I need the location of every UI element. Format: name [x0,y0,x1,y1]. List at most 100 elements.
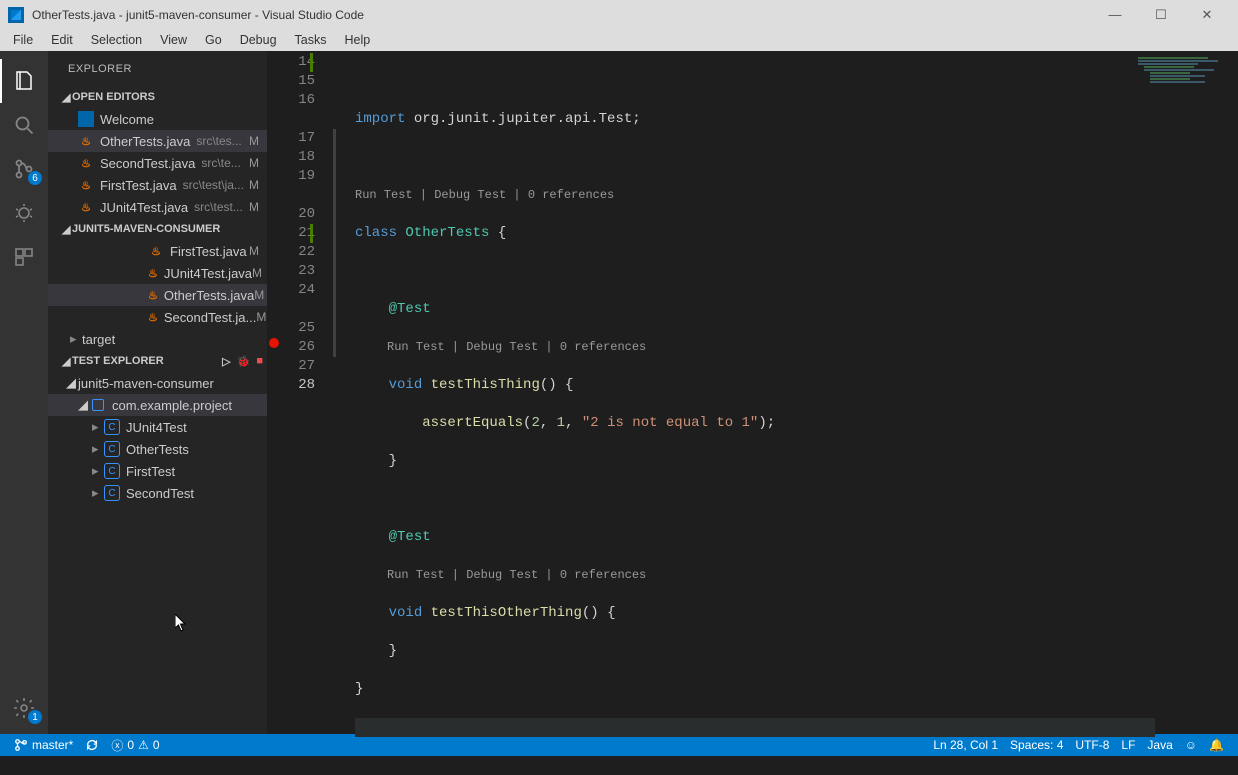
close-window-button[interactable]: ✕ [1184,7,1230,23]
maximize-button[interactable]: ☐ [1138,7,1184,23]
menu-view[interactable]: View [151,31,196,49]
menu-bar: File Edit Selection View Go Debug Tasks … [0,29,1238,51]
menu-selection[interactable]: Selection [82,31,151,49]
code-content[interactable]: import org.junit.jupiter.api.Test; Run T… [345,51,1155,775]
menu-tasks[interactable]: Tasks [286,31,336,49]
open-editors-label: OPEN EDITORS [72,91,155,103]
test-class-othertests[interactable]: ▸COtherTests [48,438,267,460]
minimap[interactable] [1138,51,1238,775]
open-editor-junit4test[interactable]: ♨ JUnit4Test.java src\test... M [48,196,267,218]
file-junit4test[interactable]: ♨JUnit4Test.javaM [48,262,267,284]
java-icon: ♨ [148,287,158,303]
title-bar: OtherTests.java - junit5-maven-consumer … [0,0,1238,29]
folder-label: target [82,332,115,347]
test-class-firsttest[interactable]: ▸CFirstTest [48,460,267,482]
file-label: SecondTest.ja... [164,310,257,325]
file-secondtest[interactable]: ♨SecondTest.ja...M [48,306,267,328]
test-class-icon: C [104,463,120,479]
minimize-button[interactable]: — [1092,7,1138,22]
run-all-tests-icon[interactable]: ▷ [222,355,230,368]
package-icon [90,397,106,413]
editor-area: Welcome ♨OtherTests.java× ♨SecondTest.ja… [267,51,1238,734]
line-gutter: 14 15 16 17 18 19 20 21 22 23 24 25 26 2… [281,51,333,775]
test-class-junit4test[interactable]: ▸CJUnit4Test [48,416,267,438]
scm-badge: 6 [28,171,42,185]
menu-go[interactable]: Go [196,31,231,49]
activity-bar: 6 1 [0,51,48,734]
status-branch[interactable]: master* [8,738,79,752]
java-icon: ♨ [148,243,164,259]
activity-explorer[interactable] [0,59,48,103]
status-sync[interactable] [79,738,105,752]
modified-indicator: M [249,244,267,258]
open-editor-secondtest[interactable]: ♨SecondTest.javasrc\te...M [48,152,267,174]
test-class-icon: C [104,485,120,501]
modified-indicator: M [249,178,267,192]
test-package[interactable]: ◢com.example.project [48,394,267,416]
branch-label: master* [32,738,73,752]
file-label: FirstTest.java [170,244,247,259]
file-label: OtherTests.java [164,288,254,303]
java-icon: ♨ [78,177,94,193]
error-count: 0 [127,738,134,752]
warning-icon: ⚠ [138,738,149,752]
test-class-label: JUnit4Test [126,420,187,435]
error-icon: ⓧ [111,737,123,754]
test-class-label: OtherTests [126,442,189,457]
menu-help[interactable]: Help [336,31,380,49]
search-icon [12,113,36,137]
debug-all-tests-icon[interactable]: 🐞 [237,355,251,368]
breakpoint-icon[interactable] [269,338,279,348]
activity-scm[interactable]: 6 [0,147,48,191]
codelens[interactable]: Run Test | Debug Test | 0 references [355,338,1155,357]
vscode-icon [8,7,24,23]
activity-search[interactable] [0,103,48,147]
activity-settings[interactable]: 1 [0,686,48,730]
indent-guide [333,129,336,357]
folder-target[interactable]: ▸target [48,328,267,350]
open-editor-label: OtherTests.java [100,134,190,149]
open-editor-label: Welcome [100,112,154,127]
test-class-secondtest[interactable]: ▸CSecondTest [48,482,267,504]
file-firsttest[interactable]: ♨ FirstTest.javaM [48,240,267,262]
open-editor-firsttest[interactable]: ♨FirstTest.javasrc\test\ja...M [48,174,267,196]
test-package-label: com.example.project [112,398,232,413]
activity-debug[interactable] [0,191,48,235]
java-icon: ♨ [78,155,94,171]
activity-extensions[interactable] [0,235,48,279]
menu-file[interactable]: File [4,31,42,49]
status-problems[interactable]: ⓧ 0 ⚠ 0 [105,737,165,754]
test-project-label: junit5-maven-consumer [78,376,214,391]
open-editor-path: src\test... [194,200,243,214]
test-explorer-header[interactable]: ◢TEST EXPLORER ▷ 🐞 ■ [48,350,267,372]
sidebar-title: EXPLORER [48,51,267,86]
stop-tests-icon[interactable]: ■ [256,355,263,368]
java-icon: ♨ [78,199,94,215]
file-othertests[interactable]: ♨ OtherTests.javaM [48,284,267,306]
modified-indicator: M [249,200,267,214]
java-icon: ♨ [148,265,158,281]
open-editor-othertests[interactable]: ♨OtherTests.javasrc\tes...M [48,130,267,152]
open-editor-label: JUnit4Test.java [100,200,188,215]
sync-icon [85,738,99,752]
test-project[interactable]: ◢junit5-maven-consumer [48,372,267,394]
code-editor[interactable]: 14 15 16 17 18 19 20 21 22 23 24 25 26 2… [267,51,1238,775]
menu-edit[interactable]: Edit [42,31,82,49]
open-editor-label: FirstTest.java [100,178,177,193]
open-editors-header[interactable]: ◢OPEN EDITORS [48,86,267,108]
folder-header[interactable]: ◢JUNIT5-MAVEN-CONSUMER [48,218,267,240]
open-editor-welcome[interactable]: Welcome [48,108,267,130]
modified-indicator: M [254,288,267,302]
settings-badge: 1 [28,710,42,724]
java-icon: ♨ [78,133,94,149]
modified-indicator: M [249,156,267,170]
open-editor-label: SecondTest.java [100,156,195,171]
codelens[interactable]: Run Test | Debug Test | 0 references [355,566,1155,585]
codelens[interactable]: Run Test | Debug Test | 0 references [355,186,1155,205]
test-class-label: SecondTest [126,486,194,501]
extensions-icon [12,245,36,269]
folder-label: JUNIT5-MAVEN-CONSUMER [72,223,220,235]
warning-count: 0 [153,738,160,752]
menu-debug[interactable]: Debug [231,31,286,49]
vscode-icon [78,111,94,127]
